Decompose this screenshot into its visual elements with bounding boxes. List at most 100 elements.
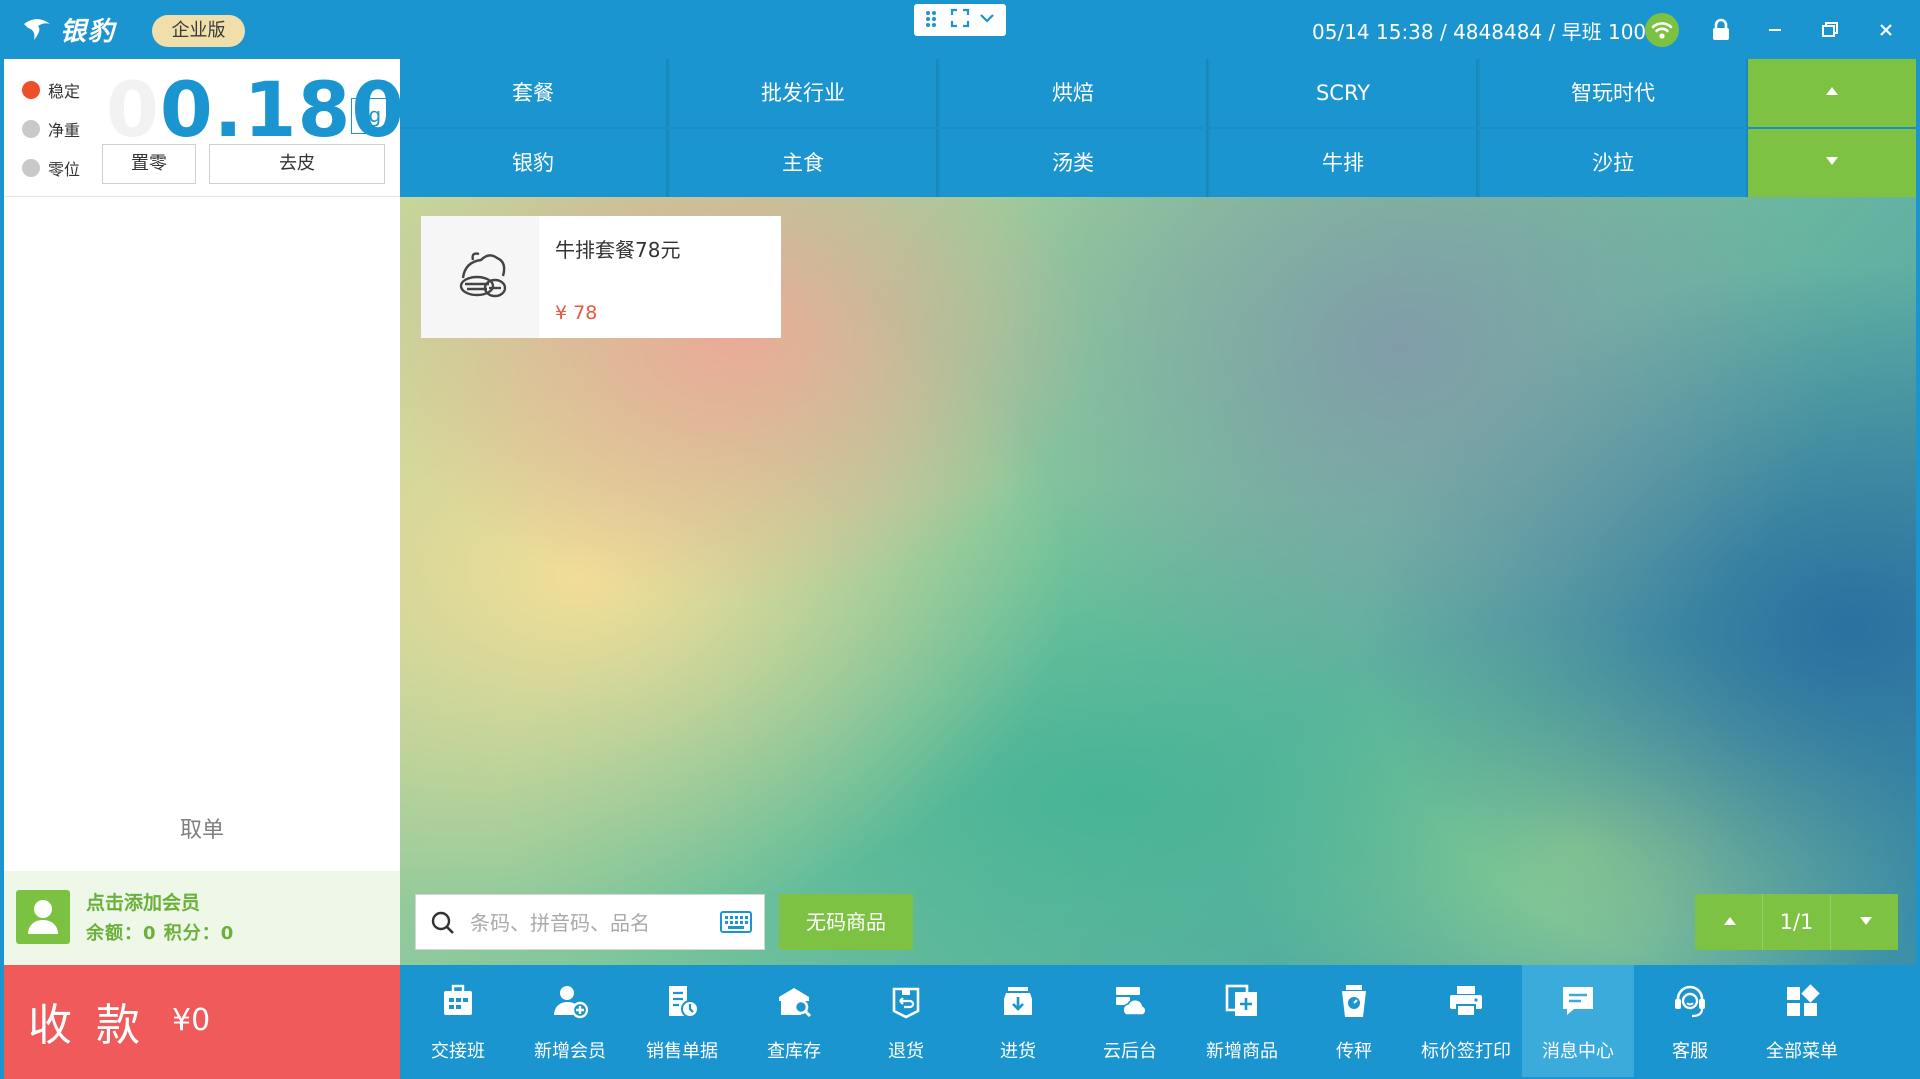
- category-tab[interactable]: 主食: [670, 129, 938, 197]
- support-icon: [1675, 985, 1705, 1018]
- minimize-icon[interactable]: [1757, 12, 1793, 48]
- steak-dish-icon: [459, 252, 507, 298]
- product-image: [421, 216, 539, 338]
- product-name: 牛排套餐78元: [555, 238, 681, 262]
- handover-label: 交接班: [431, 1041, 485, 1062]
- sales-receipt-label: 销售单据: [646, 1041, 718, 1062]
- add-member-button[interactable]: 新增会员: [514, 965, 626, 1077]
- logo-mark-icon: [24, 19, 50, 40]
- all-menu-label: 全部菜单: [1766, 1041, 1838, 1062]
- edition-badge: 企业版: [152, 15, 245, 47]
- category-tab[interactable]: 套餐: [400, 59, 668, 127]
- tare-button[interactable]: 去皮: [209, 144, 385, 184]
- chevron-down-icon[interactable]: [978, 9, 996, 31]
- search-input[interactable]: [470, 905, 700, 941]
- label-print-button[interactable]: 标价签打印: [1410, 965, 1522, 1077]
- return-icon: [892, 987, 920, 1019]
- weight-ghost-digit: 0: [106, 65, 160, 154]
- add-member-icon: [554, 986, 588, 1019]
- label-print-label: 标价签打印: [1421, 1041, 1511, 1062]
- message-center-button[interactable]: 消息中心: [1522, 965, 1634, 1077]
- return-label: 退货: [888, 1041, 924, 1062]
- page-up-button[interactable]: [1695, 894, 1763, 950]
- message-center-label: 消息中心: [1542, 1041, 1614, 1062]
- member-balance: 余额：0 积分：0: [86, 923, 235, 944]
- product-area: 牛排套餐78元 ¥ 78 无码商品 1/1: [400, 197, 1916, 965]
- stable-dot-icon: [22, 81, 40, 99]
- category-nav: 套餐 批发行业 烘焙 SCRY 智玩时代 银豹 主食 汤类 牛排 沙拉: [400, 59, 1920, 197]
- handover-icon: [444, 984, 472, 1015]
- cloud-backend-icon: [1116, 987, 1147, 1016]
- checkout-amount: ¥0: [172, 1003, 211, 1038]
- scale-transfer-button[interactable]: 传秤: [1298, 965, 1410, 1077]
- keyboard-icon[interactable]: [720, 911, 752, 933]
- search-icon: [431, 911, 454, 934]
- handover-button[interactable]: 交接班: [402, 965, 514, 1077]
- product-card[interactable]: 牛排套餐78元 ¥ 78: [421, 216, 781, 338]
- add-product-button[interactable]: 新增商品: [1186, 965, 1298, 1077]
- cloud-backend-label: 云后台: [1103, 1041, 1157, 1062]
- close-icon[interactable]: [1868, 12, 1904, 48]
- stock-in-button[interactable]: 进货: [962, 965, 1074, 1077]
- lock-icon[interactable]: [1710, 18, 1732, 46]
- add-member-link[interactable]: 点击添加会员: [86, 888, 200, 915]
- category-tab[interactable]: SCRY: [1210, 59, 1478, 127]
- category-tab[interactable]: 汤类: [940, 129, 1208, 197]
- category-tab[interactable]: 沙拉: [1480, 129, 1748, 197]
- window-frame-right: [1916, 59, 1920, 1079]
- cancel-order-button[interactable]: 取单: [4, 812, 400, 844]
- fullscreen-icon[interactable]: [950, 8, 970, 32]
- stock-in-label: 进货: [1000, 1041, 1036, 1062]
- scale-transfer-label: 传秤: [1336, 1041, 1372, 1062]
- cloud-backend-button[interactable]: 云后台: [1074, 965, 1186, 1077]
- window-frame-left: [0, 59, 4, 1079]
- app-name: 银豹: [60, 16, 117, 47]
- message-icon: [1563, 987, 1593, 1015]
- caret-up-icon: [1724, 917, 1736, 925]
- net-dot-icon: [22, 120, 40, 138]
- category-tab[interactable]: 批发行业: [670, 59, 938, 127]
- pager: 1/1: [1695, 894, 1898, 950]
- checkout-button[interactable]: 收款 ¥0: [4, 965, 400, 1079]
- left-panel: 稳定 净重 零位 00.180 kg 置零 去皮 取单 点击添加会员 余额：0 …: [4, 59, 404, 965]
- indicator-net-label: 净重: [48, 121, 81, 140]
- member-panel[interactable]: 点击添加会员 余额：0 积分：0: [4, 871, 400, 965]
- support-label: 客服: [1672, 1041, 1708, 1062]
- category-tab[interactable]: 智玩时代: [1480, 59, 1748, 127]
- sales-receipt-icon: [669, 986, 699, 1018]
- zero-dot-icon: [22, 159, 40, 177]
- wifi-icon[interactable]: [1645, 13, 1679, 47]
- scale-transfer-icon: [1342, 985, 1366, 1017]
- title-bar: 银豹 企业版 05/14 15:38 / 4848484 / 早班 1001: [0, 0, 1920, 59]
- add-product-label: 新增商品: [1206, 1041, 1278, 1062]
- category-tab[interactable]: 银豹: [400, 129, 668, 197]
- category-tab[interactable]: 烘焙: [940, 59, 1208, 127]
- support-button[interactable]: 客服: [1634, 965, 1746, 1077]
- restore-icon[interactable]: [1812, 12, 1848, 48]
- no-barcode-product-button[interactable]: 无码商品: [779, 894, 913, 950]
- indicator-zero-label: 零位: [48, 160, 81, 179]
- all-menu-icon: [1787, 984, 1820, 1016]
- inventory-search-button[interactable]: 查库存: [738, 965, 850, 1077]
- avatar: [16, 890, 70, 944]
- product-price: ¥ 78: [555, 302, 598, 324]
- window-tool-pill: [914, 4, 1006, 36]
- caret-up-icon: [1826, 87, 1838, 95]
- grid-dots-icon[interactable]: [924, 9, 942, 31]
- all-menu-button[interactable]: 全部菜单: [1746, 965, 1858, 1077]
- scale-display: 稳定 净重 零位 00.180 kg 置零 去皮: [4, 59, 404, 197]
- category-prev-button[interactable]: [1748, 59, 1916, 127]
- user-icon: [28, 900, 58, 934]
- stock-in-icon: [1004, 987, 1032, 1015]
- indicator-net: 净重: [22, 117, 80, 141]
- search-box: [415, 894, 765, 950]
- return-button[interactable]: 退货: [850, 965, 962, 1077]
- zero-button[interactable]: 置零: [102, 144, 196, 184]
- indicator-stable-label: 稳定: [48, 82, 81, 101]
- page-down-button[interactable]: [1830, 894, 1898, 950]
- category-next-button[interactable]: [1748, 129, 1916, 197]
- category-tab[interactable]: 牛排: [1210, 129, 1478, 197]
- inventory-search-label: 查库存: [767, 1041, 821, 1062]
- sales-receipt-button[interactable]: 销售单据: [626, 965, 738, 1077]
- checkout-label: 收款: [28, 1000, 164, 1051]
